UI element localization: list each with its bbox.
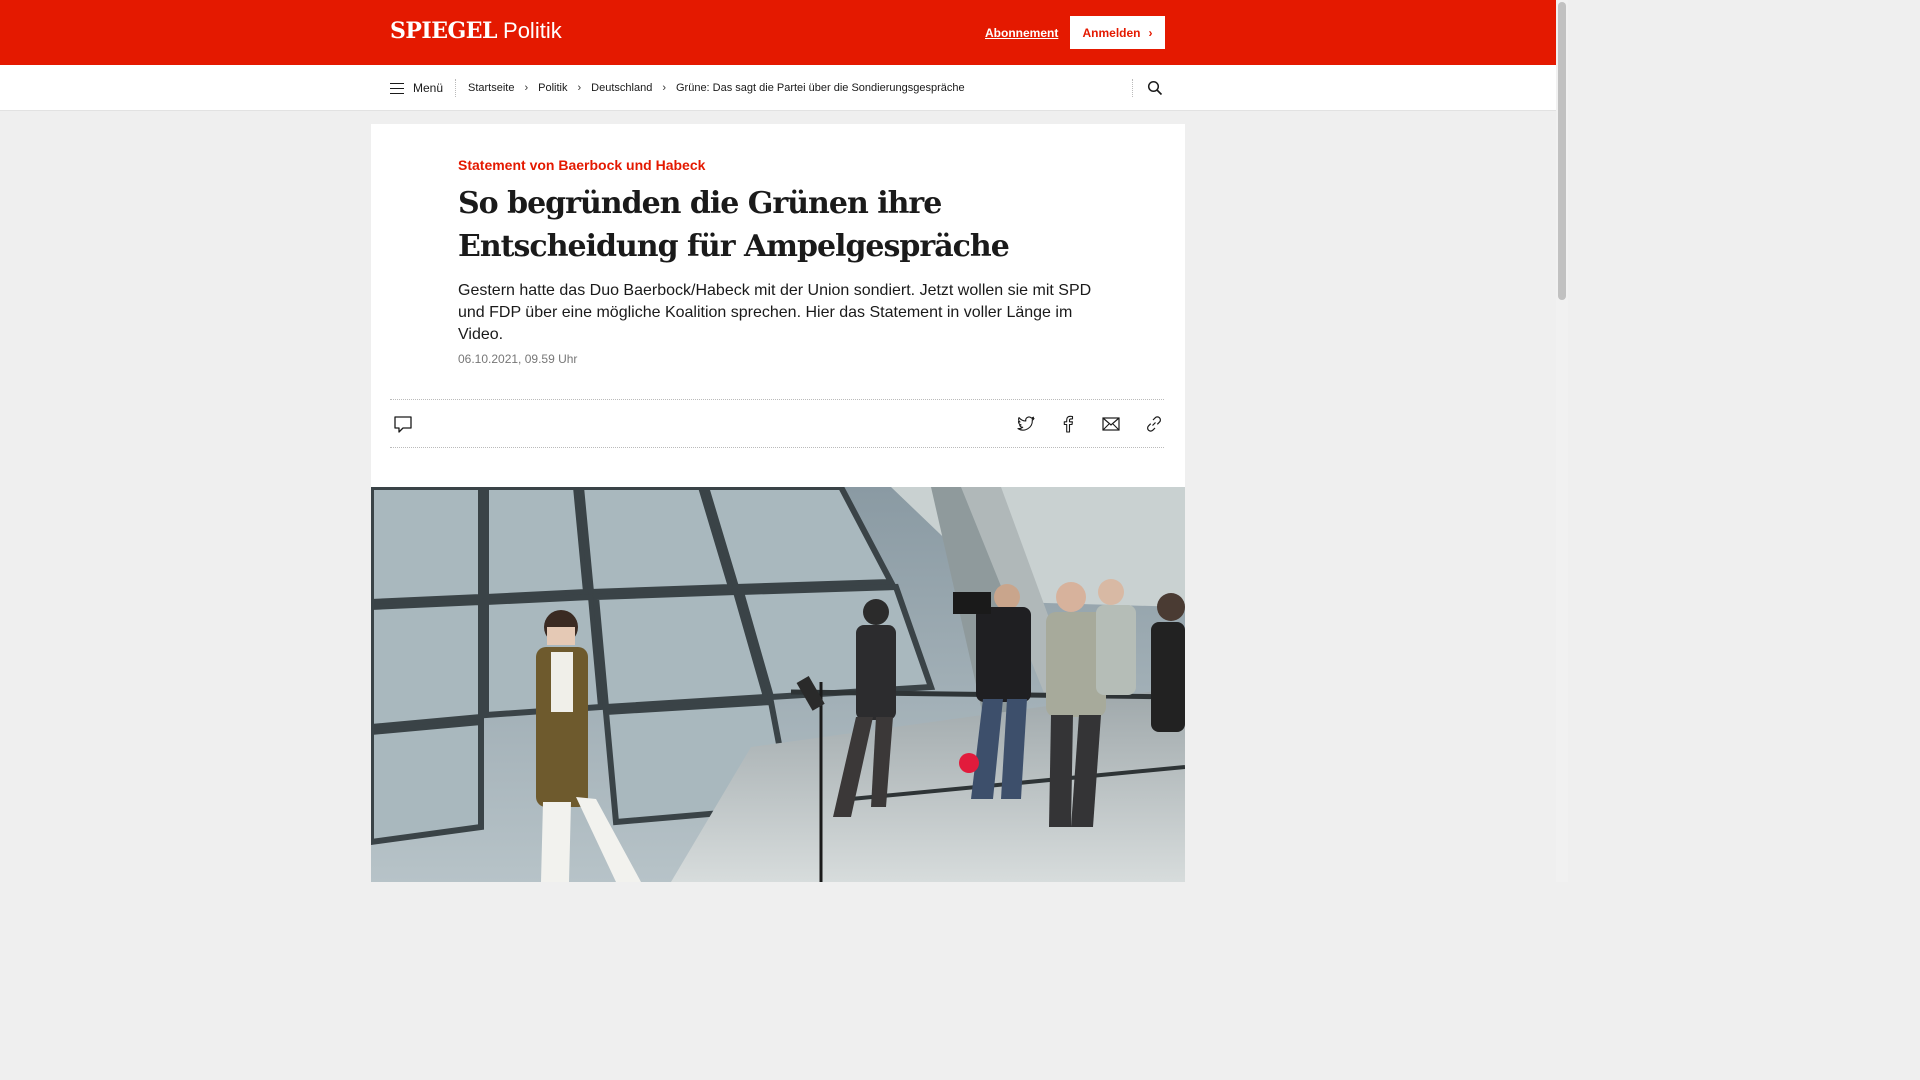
article-card: Statement von Baerbock und Habeck So beg… xyxy=(371,124,1185,882)
nav-bar: Menü Startseite › Politik › Deutschland … xyxy=(0,65,1556,111)
article-date: 06.10.2021, 09.59 Uhr xyxy=(458,352,578,366)
chevron-right-icon: › xyxy=(577,82,582,94)
twitter-icon[interactable] xyxy=(1016,414,1036,434)
comment-icon[interactable] xyxy=(393,414,413,434)
article-headline: So begründen die Grünen ihre Entscheidun… xyxy=(458,186,1010,264)
chevron-right-icon: › xyxy=(524,82,529,94)
facebook-icon[interactable] xyxy=(1058,414,1078,434)
hamburger-icon xyxy=(390,82,404,94)
scrollbar-thumb[interactable] xyxy=(1558,2,1566,300)
nav-divider xyxy=(455,79,456,97)
breadcrumb-item-deutschland[interactable]: Deutschland xyxy=(591,82,652,94)
site-header: SPIEGEL Politik Abonnement Anmelden › xyxy=(0,0,1556,65)
login-button-label: Anmelden xyxy=(1082,25,1141,40)
breadcrumb: Startseite › Politik › Deutschland › Grü… xyxy=(468,82,965,94)
nav-divider xyxy=(1132,79,1133,97)
video-still-image xyxy=(371,487,1185,882)
article-kicker: Statement von Baerbock und Habeck xyxy=(458,157,706,173)
menu-label: Menü xyxy=(413,81,444,95)
search-icon[interactable] xyxy=(1147,80,1163,96)
login-button[interactable]: Anmelden › xyxy=(1070,16,1165,49)
site-logo[interactable]: SPIEGEL Politik xyxy=(390,18,562,44)
video-player[interactable] xyxy=(371,487,1185,882)
chevron-right-icon: › xyxy=(1148,25,1153,40)
page-scrollbar[interactable] xyxy=(1556,0,1568,882)
subscription-link[interactable]: Abonnement xyxy=(985,26,1058,40)
share-bar xyxy=(390,399,1164,448)
brand-name: SPIEGEL xyxy=(390,18,498,44)
link-icon[interactable] xyxy=(1144,414,1164,434)
mail-icon[interactable] xyxy=(1101,414,1121,434)
article-teaser: Gestern hatte das Duo Baerbock/Habeck mi… xyxy=(458,282,1092,343)
breadcrumb-item-startseite[interactable]: Startseite xyxy=(468,82,514,94)
section-name: Politik xyxy=(503,18,562,43)
menu-button[interactable]: Menü xyxy=(390,81,443,95)
breadcrumb-item-politik[interactable]: Politik xyxy=(538,82,567,94)
chevron-right-icon: › xyxy=(662,82,666,94)
breadcrumb-item-current: Grüne: Das sagt die Partei über die Sond… xyxy=(675,82,965,94)
